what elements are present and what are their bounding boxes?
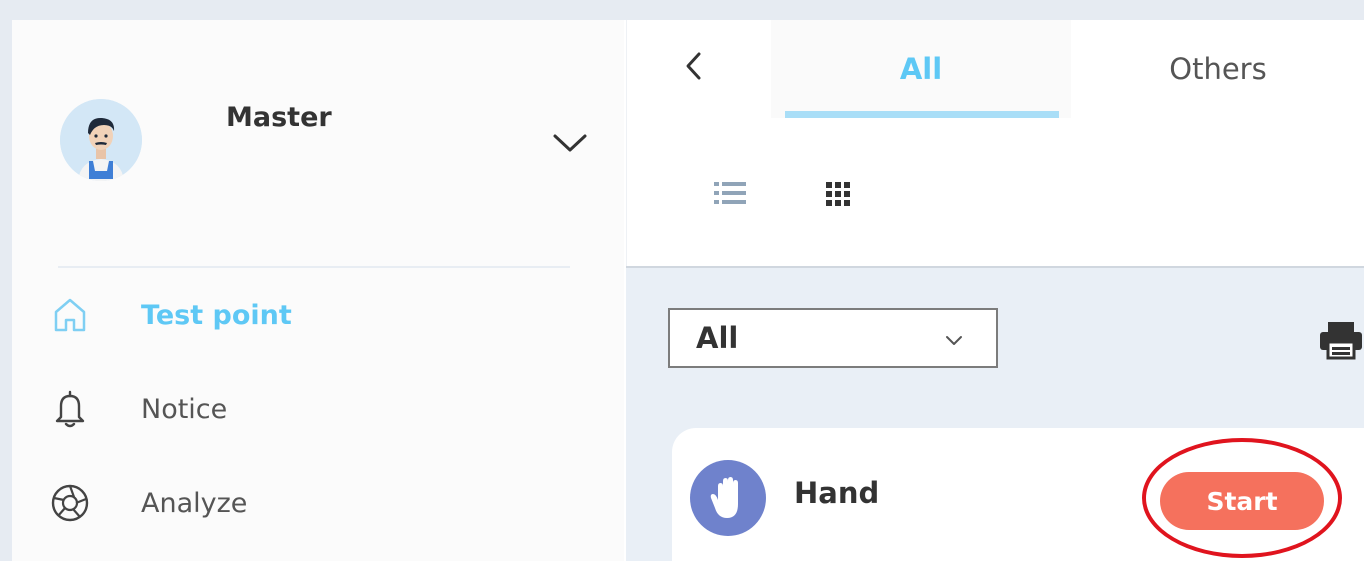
main-panel: All Others All Hand Start bbox=[626, 20, 1364, 561]
user-name: Master bbox=[226, 102, 332, 133]
avatar[interactable] bbox=[60, 99, 142, 181]
filter-select[interactable]: All bbox=[668, 308, 998, 368]
sidebar-divider bbox=[58, 266, 570, 268]
filter-selected-value: All bbox=[696, 321, 739, 355]
bell-icon bbox=[48, 387, 92, 431]
chevron-down-icon[interactable] bbox=[552, 130, 588, 156]
back-button[interactable] bbox=[679, 48, 709, 84]
start-button[interactable]: Start bbox=[1160, 472, 1324, 530]
top-bar: All Others bbox=[626, 20, 1364, 266]
tab-all[interactable]: All bbox=[771, 20, 1071, 118]
tab-active-indicator bbox=[785, 111, 1059, 118]
chevron-down-icon bbox=[944, 332, 964, 346]
sidebar-item-label: Test point bbox=[141, 299, 292, 331]
avatar-icon bbox=[60, 99, 142, 181]
home-icon bbox=[48, 293, 92, 337]
sidebar-item-label: Analyze bbox=[141, 487, 248, 519]
tab-others[interactable]: Others bbox=[1071, 20, 1364, 118]
print-button[interactable] bbox=[1318, 320, 1364, 360]
sidebar-item-analyze[interactable]: Analyze bbox=[48, 474, 588, 532]
list-view-toggle[interactable] bbox=[713, 180, 747, 206]
grid-view-toggle[interactable] bbox=[825, 181, 851, 207]
list-icon bbox=[714, 182, 746, 204]
sidebar: Master Test point Notice Analyze bbox=[12, 20, 624, 561]
sidebar-item-label: Notice bbox=[141, 393, 228, 425]
chevron-left-icon bbox=[686, 52, 701, 80]
tab-label: Others bbox=[1169, 52, 1267, 86]
card-title: Hand bbox=[794, 476, 880, 510]
content-area: All Hand Start bbox=[626, 268, 1364, 561]
printer-icon bbox=[1320, 322, 1362, 360]
tab-label: All bbox=[899, 52, 943, 86]
aperture-icon bbox=[48, 481, 92, 525]
sidebar-item-test-point[interactable]: Test point bbox=[48, 286, 588, 344]
grid-icon bbox=[826, 182, 850, 206]
hand-icon bbox=[690, 460, 766, 536]
sidebar-item-notice[interactable]: Notice bbox=[48, 380, 588, 438]
test-card: Hand Start bbox=[672, 428, 1364, 561]
